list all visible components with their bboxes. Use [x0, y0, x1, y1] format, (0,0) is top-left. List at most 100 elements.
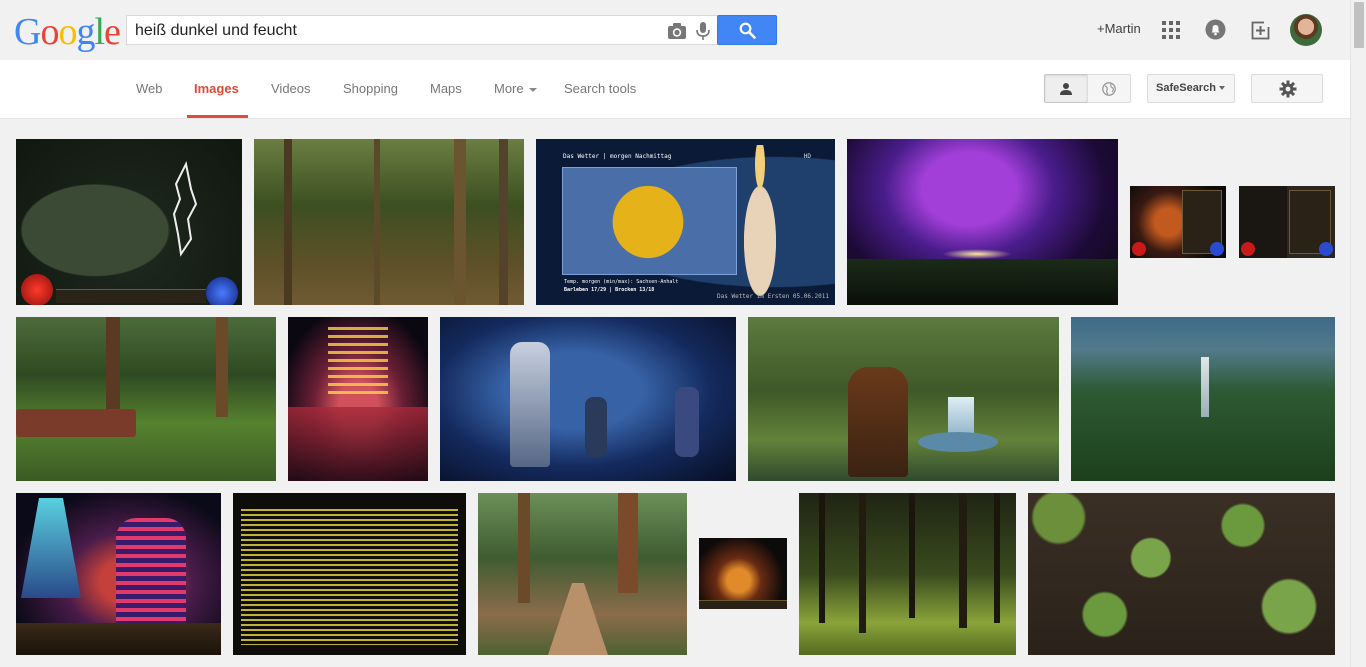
skill-bar — [56, 289, 206, 303]
robot-figure — [510, 342, 550, 467]
tab-web[interactable]: Web — [136, 81, 163, 119]
search-box — [126, 15, 718, 45]
camera-icon[interactable] — [667, 22, 687, 40]
google-logo[interactable]: Google — [14, 11, 121, 53]
image-result[interactable]: Das Wetter | morgen Nachmittag HD Temp. … — [536, 139, 835, 305]
channel-logo: HD — [803, 153, 811, 160]
personal-results-button[interactable] — [1044, 74, 1088, 103]
weather-temp: Temp. morgen (min/max): Sachsen-Anhalt — [564, 279, 679, 285]
search-tools-button[interactable]: Search tools — [564, 81, 636, 119]
skill-bar — [699, 600, 787, 609]
mana-orb — [1319, 242, 1333, 256]
weather-cities: Barleben 17/29 | Brocken 13/18 — [564, 287, 655, 293]
search-input[interactable] — [135, 21, 655, 41]
image-result[interactable] — [1130, 186, 1226, 258]
global-results-button[interactable] — [1087, 74, 1131, 103]
image-result[interactable] — [288, 317, 428, 481]
forest-path — [548, 583, 608, 655]
tree-trunk — [859, 493, 866, 633]
image-result[interactable] — [440, 317, 736, 481]
user-profile-link[interactable]: +Martin — [1097, 21, 1141, 36]
image-result[interactable] — [847, 139, 1118, 305]
tree-trunk — [819, 493, 825, 623]
share-plus-icon[interactable] — [1251, 19, 1272, 40]
chevron-down-icon — [528, 87, 537, 92]
logo-letter: l — [94, 11, 105, 53]
apps-grid-icon[interactable] — [1162, 21, 1180, 39]
search-icon — [739, 22, 756, 39]
image-result[interactable] — [16, 139, 242, 305]
image-result[interactable] — [16, 317, 276, 481]
reflection — [288, 407, 428, 481]
pond — [918, 432, 998, 452]
tree-trunk — [909, 493, 915, 618]
image-result[interactable] — [1239, 186, 1335, 258]
tree-trunk — [454, 139, 466, 305]
image-result[interactable] — [16, 493, 221, 655]
cave-lights — [942, 249, 1012, 259]
user-avatar[interactable] — [1290, 14, 1322, 46]
logo-letter: G — [14, 11, 41, 53]
image-result[interactable] — [233, 493, 466, 655]
image-result[interactable] — [748, 317, 1059, 481]
tab-more-label: More — [494, 81, 524, 96]
map-overlay — [172, 160, 198, 257]
text-block — [241, 509, 458, 645]
waterfall — [1201, 357, 1209, 417]
cave-floor — [847, 259, 1118, 305]
tree-trunk — [216, 317, 228, 417]
avatar-figure — [848, 367, 908, 477]
tab-shopping[interactable]: Shopping — [343, 81, 398, 119]
image-result[interactable] — [799, 493, 1016, 655]
health-orb — [21, 274, 53, 305]
weather-footer: Das Wetter im Ersten 05.06.2011 — [717, 293, 829, 300]
chevron-down-icon — [1218, 86, 1225, 91]
weather-title: Das Wetter | morgen Nachmittag — [563, 153, 672, 160]
page-scrollbar[interactable] — [1350, 0, 1366, 667]
fallen-log — [16, 409, 136, 437]
tree-trunk — [518, 493, 530, 603]
tree-trunk — [959, 493, 967, 628]
active-tab-indicator — [187, 115, 248, 118]
street — [16, 623, 221, 655]
tab-more[interactable]: More — [494, 81, 537, 119]
image-result[interactable] — [699, 538, 787, 609]
health-orb — [1132, 242, 1146, 256]
search-nav-bar: Web Images Videos Shopping Maps More Sea… — [0, 60, 1350, 119]
tree-trunk — [284, 139, 292, 305]
logo-letter: e — [104, 11, 121, 53]
settings-button[interactable] — [1251, 74, 1323, 103]
waterfall — [948, 397, 974, 437]
microphone-icon[interactable] — [695, 21, 711, 41]
tab-videos[interactable]: Videos — [271, 81, 311, 119]
tab-maps[interactable]: Maps — [430, 81, 462, 119]
logo-letter: o — [40, 11, 59, 53]
tab-images[interactable]: Images — [194, 81, 239, 119]
image-result[interactable] — [1028, 493, 1335, 655]
person-icon — [1060, 83, 1072, 95]
globe-icon — [1102, 82, 1116, 96]
tree-trunk — [994, 493, 1000, 623]
safesearch-label: SafeSearch — [1156, 82, 1216, 94]
neon-sign — [328, 327, 388, 397]
germany-map — [603, 176, 693, 268]
logo-letter: g — [76, 11, 95, 53]
scrollbar-thumb[interactable] — [1354, 2, 1364, 48]
tree-trunk — [618, 493, 638, 593]
image-result[interactable] — [254, 139, 524, 305]
image-result[interactable] — [1071, 317, 1335, 481]
presenter — [732, 145, 788, 305]
image-result[interactable] — [478, 493, 687, 655]
weather-map-panel — [562, 167, 737, 275]
tree-trunk — [499, 139, 508, 305]
character-figure — [585, 397, 607, 457]
search-button[interactable] — [717, 15, 777, 45]
tree-trunk — [374, 139, 380, 305]
tower-building — [21, 498, 81, 598]
character-figure — [675, 387, 699, 457]
mana-orb — [1210, 242, 1224, 256]
casino-building — [116, 518, 186, 638]
logo-letter: o — [58, 11, 77, 53]
safesearch-dropdown[interactable]: SafeSearch — [1147, 74, 1235, 103]
notifications-bell-icon[interactable] — [1205, 19, 1226, 40]
